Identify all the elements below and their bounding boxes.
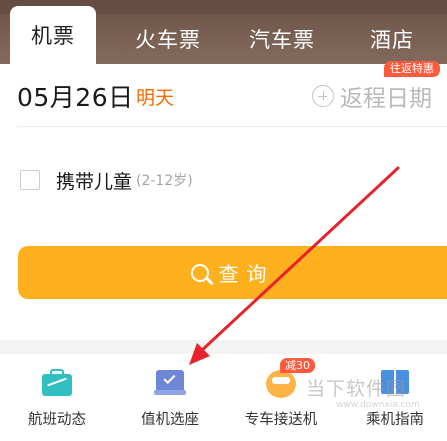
child-age-range: (2-12岁) bbox=[136, 173, 193, 189]
car-icon: 减30 bbox=[264, 358, 315, 398]
service-label: 乘机指南 bbox=[366, 412, 424, 428]
tab-hotel[interactable]: 酒店 bbox=[355, 14, 429, 64]
child-label: 携带儿童 bbox=[56, 170, 133, 193]
tab-train[interactable]: 火车票 bbox=[122, 14, 214, 64]
service-label: 专车接送机 bbox=[244, 412, 318, 428]
top-tab-bar: 机票 火车票 汽车票 酒店 bbox=[0, 0, 447, 64]
book-icon bbox=[378, 366, 412, 398]
return-date-button[interactable]: 返程日期 bbox=[312, 78, 432, 114]
services-bar: 航班动态 值机选座 减30 专车接送机 乘机指南 bbox=[0, 354, 447, 441]
date-row: 05月26日 明天 返程日期 bbox=[0, 78, 447, 118]
tab-bus[interactable]: 汽车票 bbox=[236, 14, 328, 64]
child-checkbox[interactable] bbox=[20, 170, 40, 190]
search-button[interactable]: 查询 bbox=[18, 246, 447, 299]
depart-day-label: 明天 bbox=[136, 87, 175, 109]
service-label: 值机选座 bbox=[141, 412, 199, 428]
depart-date[interactable]: 05月26日 bbox=[17, 78, 134, 114]
tab-flight[interactable]: 机票 bbox=[10, 6, 96, 64]
discount-badge: 减30 bbox=[280, 358, 315, 373]
child-option-row: 携带儿童 (2-12岁) bbox=[20, 167, 193, 193]
service-airport-transfer[interactable]: 减30 专车接送机 bbox=[226, 358, 336, 429]
round-trip-promo-badge: 往返特惠 bbox=[384, 61, 440, 77]
search-button-label: 查询 bbox=[218, 262, 275, 286]
divider bbox=[17, 126, 447, 127]
briefcase-icon bbox=[40, 366, 74, 398]
service-checkin-seat[interactable]: 值机选座 bbox=[115, 366, 225, 429]
return-date-placeholder: 返程日期 bbox=[340, 86, 432, 112]
section-divider bbox=[0, 340, 447, 354]
service-flight-guide[interactable]: 乘机指南 bbox=[340, 366, 447, 429]
search-icon bbox=[190, 263, 209, 282]
service-flight-status[interactable]: 航班动态 bbox=[2, 366, 112, 429]
service-label: 航班动态 bbox=[28, 412, 86, 428]
checkin-monitor-icon bbox=[153, 366, 187, 398]
plus-circle-icon bbox=[312, 85, 334, 107]
